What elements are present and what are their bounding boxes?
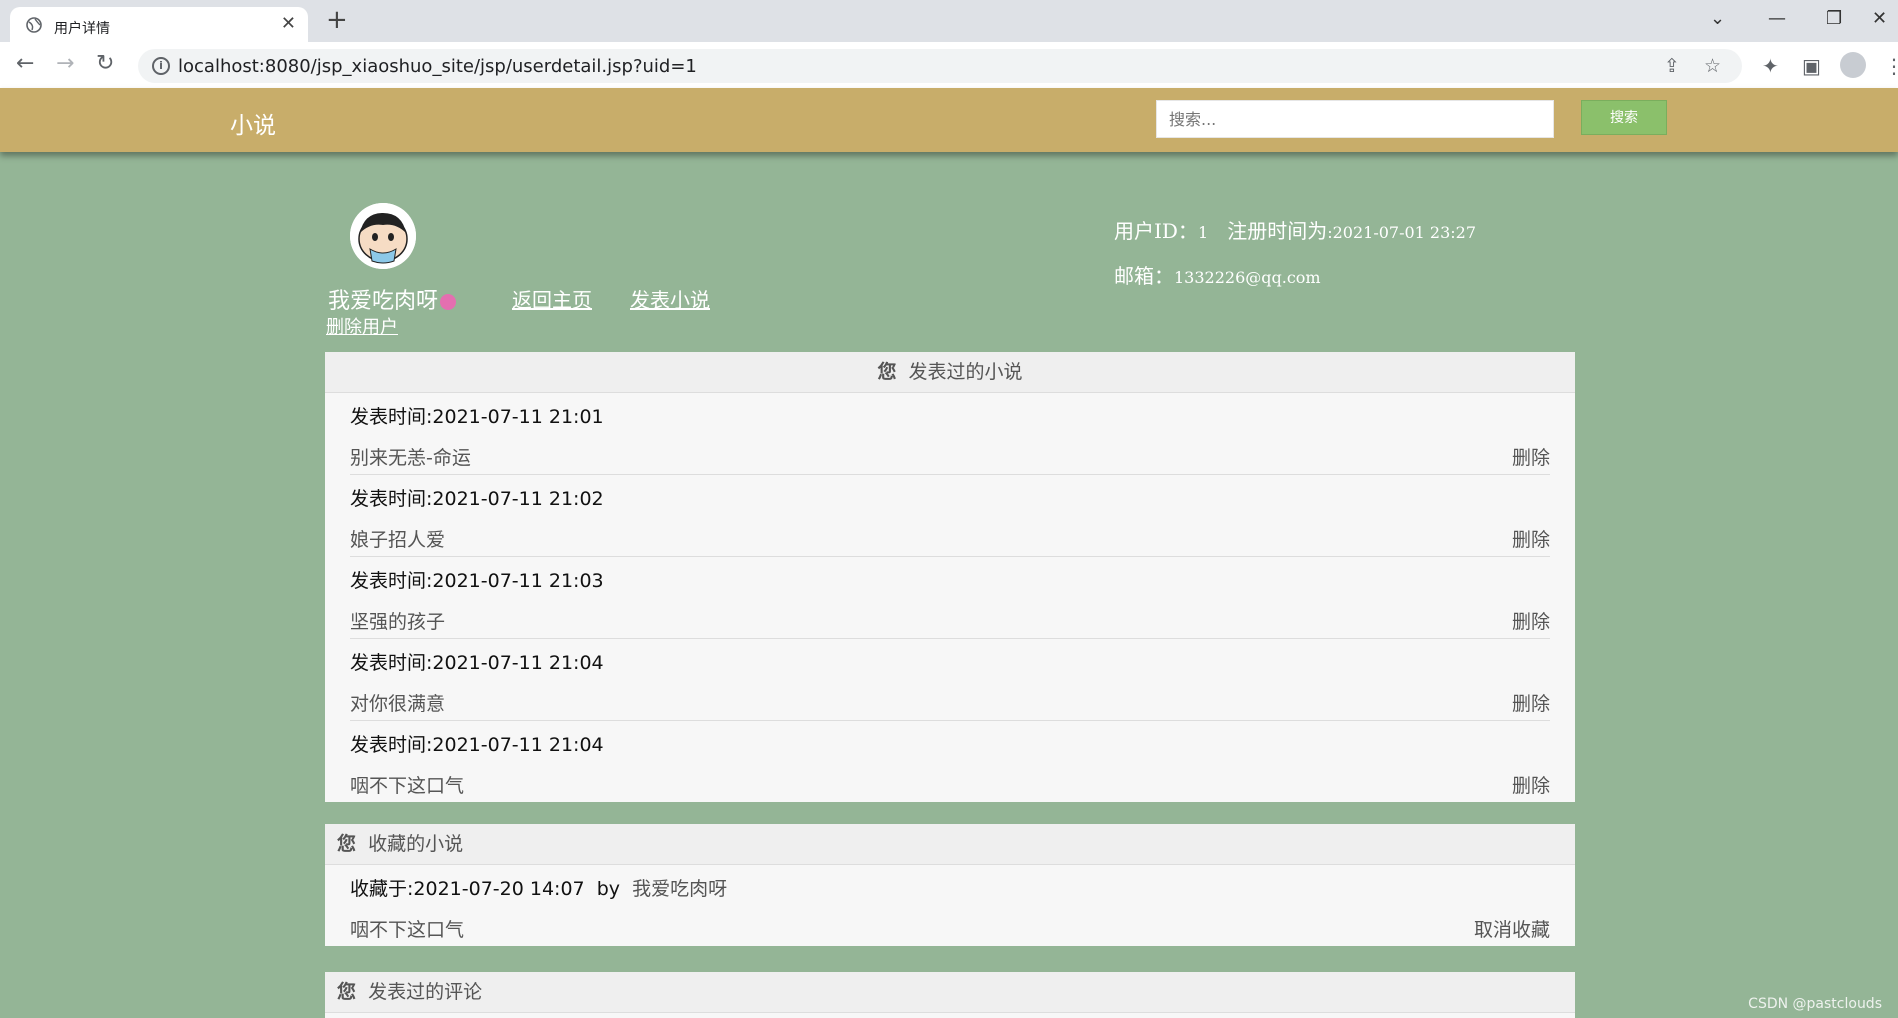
globe-icon [26,17,42,33]
tab-close-icon[interactable]: ✕ [281,13,296,34]
panel-you-label: 您 [337,833,357,855]
publish-time: 发表时间:2021-07-11 21:03 [350,570,604,592]
publish-time: 发表时间:2021-07-11 21:04 [350,734,604,756]
omnibox[interactable]: i localhost:8080/jsp_xiaoshuo_site/jsp/u… [138,49,1742,83]
tab-title: 用户详情 [54,21,110,37]
novel-title-link[interactable]: 咽不下这口气 [350,771,464,798]
panel-you-label: 您 [337,981,357,1003]
share-icon[interactable]: ⇪ [1664,55,1680,77]
badge-icon [440,294,457,310]
panel-header: 您 发表过的小说 [325,352,1575,393]
extensions-icon[interactable]: ✦ [1762,54,1779,78]
back-icon[interactable]: ← [16,51,34,76]
avatar [350,203,416,269]
favorite-time: 收藏于:2021-07-20 14:07 [350,878,585,900]
comments-panel: 您 发表过的评论 [325,972,1575,1018]
published-novels-panel: 您 发表过的小说 发表时间:2021-07-11 21:01 别来无恙-命运 删… [325,352,1575,802]
username: 我爱吃肉呀 [328,283,457,315]
author-link[interactable]: 我爱吃肉呀 [632,878,727,900]
list-item: 发表时间:2021-07-11 21:04 对你很满意 删除 [350,639,1550,721]
search-input[interactable] [1156,100,1554,138]
new-tab-icon[interactable]: + [326,6,348,34]
browser-tab[interactable]: 用户详情 ✕ [10,7,308,42]
restore-icon[interactable]: ❐ [1826,8,1842,29]
address-toolbar: ← → ↻ i localhost:8080/jsp_xiaoshuo_site… [0,42,1898,88]
minimize-icon[interactable]: — [1768,8,1786,29]
menu-kebab-icon[interactable]: ⋮ [1884,54,1898,78]
publish-time: 发表时间:2021-07-11 21:04 [350,652,604,674]
delete-button[interactable]: 删除 [1512,607,1550,634]
url-text[interactable]: localhost:8080/jsp_xiaoshuo_site/jsp/use… [178,56,697,77]
novel-title-link[interactable]: 娘子招人爱 [350,525,445,552]
profile-avatar-icon[interactable] [1840,52,1866,78]
delete-button[interactable]: 删除 [1512,525,1550,552]
email-label: 邮箱： [1114,264,1174,288]
panel-title: 收藏的小说 [368,833,464,855]
favorite-time-line: 收藏于:2021-07-20 14:07 by 我爱吃肉呀 [350,874,727,901]
site-info-icon[interactable]: i [152,57,170,75]
novel-title-link[interactable]: 对你很满意 [350,689,445,716]
tab-search-chevron-icon[interactable]: ⌄ [1710,8,1725,29]
delete-button[interactable]: 删除 [1512,771,1550,798]
user-id-value: 1 [1197,223,1209,242]
novel-title-link[interactable]: 别来无恙-命运 [350,443,471,470]
brand-logo[interactable]: 小说 [230,106,276,140]
favorite-novels-panel: 您 收藏的小说 收藏于:2021-07-20 14:07 by 我爱吃肉呀 咽不… [325,824,1575,946]
bookmark-star-icon[interactable]: ☆ [1704,55,1721,77]
publish-time: 发表时间:2021-07-11 21:02 [350,488,604,510]
publish-novel-link[interactable]: 发表小说 [630,284,710,313]
delete-button[interactable]: 删除 [1512,689,1550,716]
list-item: 发表时间:2021-07-11 21:03 坚强的孩子 删除 [350,557,1550,639]
window-close-icon[interactable]: ✕ [1872,8,1887,29]
delete-button[interactable]: 删除 [1512,443,1550,470]
email-value: 1332226@qq.com [1174,268,1321,287]
home-link[interactable]: 返回主页 [512,284,592,313]
browser-tab-strip: 用户详情 ✕ + ⌄ — ❐ ✕ [0,0,1898,42]
panel-title: 发表过的评论 [368,981,483,1003]
list-item: 收藏于:2021-07-20 14:07 by 我爱吃肉呀 咽不下这口气 取消收… [350,865,1550,946]
site-header: 小说 搜索 [0,88,1898,152]
publish-time: 发表时间:2021-07-11 21:01 [350,406,604,428]
cartoon-avatar-icon [350,203,416,269]
unfavorite-button[interactable]: 取消收藏 [1474,915,1550,942]
username-text: 我爱吃肉呀 [328,289,439,314]
reload-icon[interactable]: ↻ [96,51,114,76]
register-label: 注册时间为 [1227,219,1328,243]
side-panel-icon[interactable]: ▣ [1802,54,1821,78]
watermark: CSDN @pastclouds [1748,996,1882,1012]
panel-header: 您 收藏的小说 [325,824,1575,865]
novel-title-link[interactable]: 坚强的孩子 [350,607,445,634]
novel-title-link[interactable]: 咽不下这口气 [350,915,464,942]
by-label: by [596,878,621,900]
panel-you-label: 您 [877,361,897,383]
email-line: 邮箱：1332226@qq.com [1114,260,1321,289]
list-item: 发表时间:2021-07-11 21:04 咽不下这口气 删除 [350,721,1550,802]
list-item: 发表时间:2021-07-11 21:02 娘子招人爱 删除 [350,475,1550,557]
list-item: 发表时间:2021-07-11 21:01 别来无恙-命运 删除 [350,393,1550,475]
delete-user-link[interactable]: 删除用户 [326,313,398,339]
user-id-label: 用户ID： [1114,219,1198,243]
search-button[interactable]: 搜索 [1581,100,1667,135]
panel-title: 发表过的小说 [908,361,1023,383]
register-time: :2021-07-01 23:27 [1327,223,1477,242]
user-id-line: 用户ID：1 注册时间为:2021-07-01 23:27 [1114,215,1476,244]
forward-icon[interactable]: → [56,51,74,76]
panel-header: 您 发表过的评论 [325,972,1575,1013]
